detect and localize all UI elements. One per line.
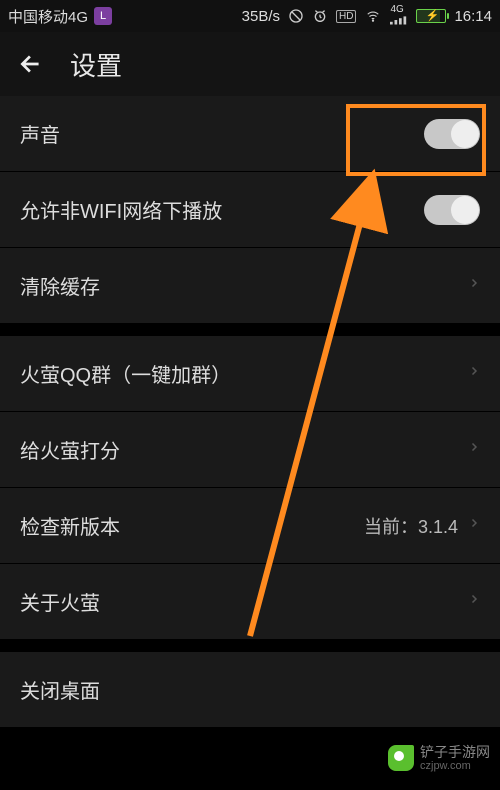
row-label: 允许非WIFI网络下播放 — [20, 195, 424, 224]
row-qq-group[interactable]: 火萤QQ群（一键加群） — [0, 336, 500, 412]
watermark-logo-icon — [388, 745, 414, 771]
chevron-right-icon — [468, 274, 480, 298]
app-badge-icon: L — [94, 7, 112, 25]
chevron-right-icon — [468, 590, 480, 614]
row-about[interactable]: 关于火萤 — [0, 564, 500, 640]
row-label: 火萤QQ群（一键加群） — [20, 359, 468, 388]
row-label: 检查新版本 — [20, 511, 364, 540]
page-title: 设置 — [70, 46, 122, 83]
clock: 16:14 — [454, 8, 492, 25]
row-check-update[interactable]: 检查新版本 当前：3.1.4 — [0, 488, 500, 564]
row-label: 关闭桌面 — [20, 675, 480, 704]
carrier-label: 中国移动4G — [8, 6, 88, 27]
status-bar: 中国移动4G L 35B/s HD 4G ⚡ 16:14 — [0, 0, 500, 32]
chevron-right-icon — [468, 514, 480, 537]
row-label: 给火萤打分 — [20, 435, 468, 464]
watermark-name: 铲子手游网 — [420, 745, 490, 760]
wifi-icon — [364, 9, 382, 23]
row-clear-cache[interactable]: 清除缓存 — [0, 248, 500, 324]
battery-icon: ⚡ — [416, 9, 446, 23]
row-nonwifi-playback[interactable]: 允许非WIFI网络下播放 — [0, 172, 500, 248]
row-close-desktop[interactable]: 关闭桌面 — [0, 652, 500, 728]
row-label: 清除缓存 — [20, 271, 468, 300]
back-button[interactable] — [14, 47, 48, 81]
watermark-url: czjpw.com — [420, 760, 490, 772]
chevron-right-icon — [468, 438, 480, 462]
sound-toggle[interactable] — [424, 119, 480, 149]
network-speed: 35B/s — [242, 8, 280, 25]
alarm-icon — [312, 8, 328, 24]
hd-icon: HD — [336, 10, 356, 23]
row-label: 声音 — [20, 119, 424, 148]
version-label: 当前：3.1.4 — [364, 513, 458, 539]
chevron-right-icon — [468, 362, 480, 386]
row-label: 关于火萤 — [20, 587, 468, 616]
cellular-4g-icon: 4G — [390, 5, 408, 28]
nonwifi-toggle[interactable] — [424, 195, 480, 225]
watermark: 铲子手游网 czjpw.com — [388, 745, 490, 772]
settings-list: 声音 允许非WIFI网络下播放 清除缓存 火萤QQ群（一键加群） 给火萤打分 检… — [0, 96, 500, 728]
row-sound[interactable]: 声音 — [0, 96, 500, 172]
arrow-left-icon — [18, 51, 44, 77]
do-not-disturb-icon — [288, 8, 304, 24]
app-header: 设置 — [0, 32, 500, 96]
row-rate-app[interactable]: 给火萤打分 — [0, 412, 500, 488]
